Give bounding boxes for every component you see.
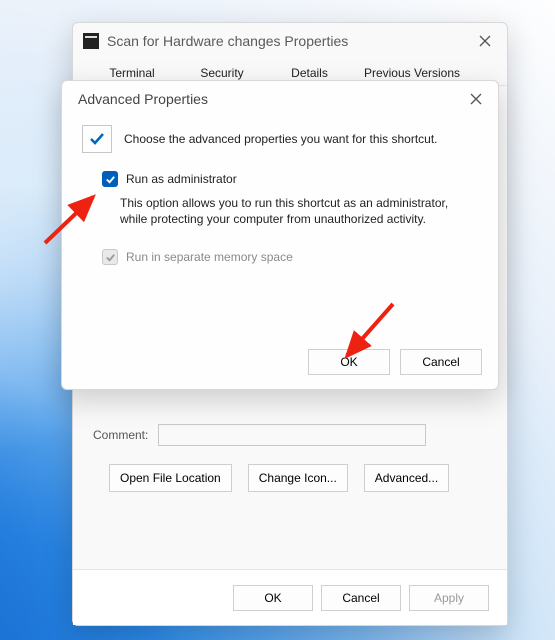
checkmark-icon — [82, 125, 112, 153]
dialog-titlebar: Advanced Properties — [62, 81, 498, 117]
ok-button[interactable]: OK — [308, 349, 390, 375]
dialog-footer: OK Cancel — [308, 349, 482, 375]
app-icon — [83, 33, 99, 49]
cancel-button[interactable]: Cancel — [321, 585, 401, 611]
properties-footer: OK Cancel Apply — [73, 569, 507, 625]
comment-field[interactable] — [158, 424, 426, 446]
dialog-title: Advanced Properties — [78, 91, 208, 107]
cancel-button[interactable]: Cancel — [400, 349, 482, 375]
run-separate-row: Run in separate memory space — [102, 249, 480, 265]
run-as-admin-row: Run as administrator — [102, 171, 480, 187]
instruction-row: Choose the advanced properties you want … — [82, 125, 480, 153]
comment-label: Comment: — [93, 428, 148, 442]
apply-button[interactable]: Apply — [409, 585, 489, 611]
change-icon-button[interactable]: Change Icon... — [248, 464, 348, 492]
advanced-button[interactable]: Advanced... — [364, 464, 449, 492]
run-separate-checkbox — [102, 249, 118, 265]
run-as-admin-checkbox[interactable] — [102, 171, 118, 187]
run-separate-label: Run in separate memory space — [126, 250, 293, 264]
titlebar: Scan for Hardware changes Properties — [73, 23, 507, 59]
comment-row: Comment: — [93, 424, 426, 446]
open-file-location-button[interactable]: Open File Location — [109, 464, 232, 492]
instruction-text: Choose the advanced properties you want … — [124, 132, 438, 146]
close-icon[interactable] — [460, 83, 492, 115]
close-icon[interactable] — [469, 25, 501, 57]
ok-button[interactable]: OK — [233, 585, 313, 611]
window-title: Scan for Hardware changes Properties — [107, 33, 348, 49]
run-as-admin-label: Run as administrator — [126, 172, 237, 186]
run-as-admin-description: This option allows you to run this short… — [120, 195, 450, 227]
advanced-properties-dialog: Advanced Properties Choose the advanced … — [61, 80, 499, 390]
